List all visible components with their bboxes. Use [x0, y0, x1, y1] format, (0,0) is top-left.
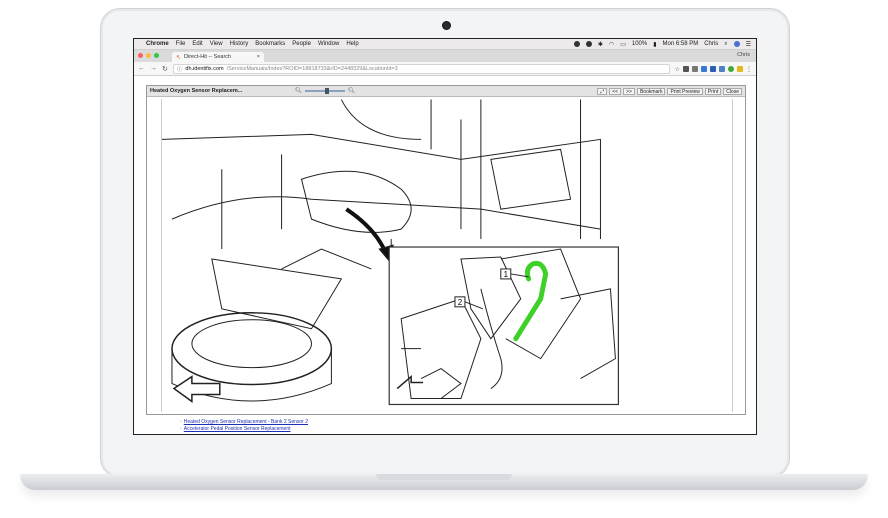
window-controls: [138, 53, 159, 58]
bluetooth-icon[interactable]: ✱: [598, 41, 603, 48]
close-window-icon[interactable]: [138, 53, 143, 58]
battery-icon[interactable]: ▮: [653, 41, 656, 48]
detail-inset: 1 2: [388, 246, 619, 406]
menu-window[interactable]: Window: [318, 41, 339, 47]
extension-blue-icon[interactable]: [701, 65, 707, 72]
menu-history[interactable]: History: [230, 41, 249, 47]
minimize-window-icon[interactable]: [146, 53, 151, 58]
notification-icon[interactable]: ☰: [746, 41, 751, 48]
tab-strip: ↖ Direct-Hit -- Search × Chris: [134, 50, 756, 62]
bullet-icon: ▫: [180, 426, 182, 432]
link-item: ▫ Heated Oxygen Sensor Replacement - Bank…: [180, 419, 308, 426]
battery-percent[interactable]: 100%: [632, 41, 647, 47]
spotlight-icon[interactable]: ⌕: [724, 41, 727, 48]
extension-green-icon[interactable]: [728, 65, 734, 72]
menu-people[interactable]: People: [292, 41, 311, 47]
prev-page-button[interactable]: <<: [609, 87, 622, 95]
print-button[interactable]: Print: [704, 87, 722, 95]
menu-bookmarks[interactable]: Bookmarks: [255, 41, 285, 47]
viewer-toolbar: Heated Oxygen Sensor Replacem... 🔍︎ 🔍︎ ⤢…: [147, 86, 745, 97]
extension-yellow-icon[interactable]: [737, 65, 743, 72]
bullet-icon: ▫: [180, 419, 182, 425]
clock[interactable]: Mon 6:58 PM: [663, 41, 699, 47]
url-path: /ServiceManuals/Index?ROID=18818733&rID=…: [226, 65, 398, 72]
address-bar[interactable]: ⓘ dh.identifix.com/ServiceManuals/Index?…: [172, 63, 670, 74]
menu-file[interactable]: File: [176, 41, 186, 47]
menu-view[interactable]: View: [210, 41, 223, 47]
menu-app-name[interactable]: Chrome: [146, 41, 169, 47]
tab-direct-hit[interactable]: ↖ Direct-Hit -- Search ×: [172, 52, 264, 62]
wifi-icon[interactable]: ◠: [609, 41, 614, 48]
status-icon[interactable]: [585, 41, 592, 47]
callout-2-label: 2: [458, 298, 463, 307]
mac-menubar: Chrome File Edit View History Bookmarks …: [134, 39, 756, 50]
browser-toolbar: ← → ↻ ⓘ dh.identifix.com/ServiceManuals/…: [134, 62, 756, 76]
maximize-window-icon[interactable]: [154, 53, 159, 58]
service-diagram: 1 2: [161, 99, 733, 412]
zoom-out-icon[interactable]: 🔍︎: [295, 88, 302, 94]
link-ho2s-bank2[interactable]: Heated Oxygen Sensor Replacement - Bank …: [184, 419, 308, 425]
shield-icon[interactable]: [692, 65, 698, 72]
print-preview-button[interactable]: Print Preview: [667, 87, 703, 95]
zoom-slider[interactable]: [304, 88, 345, 94]
profile-name[interactable]: Chris: [737, 52, 750, 58]
expand-icon[interactable]: ⤢: [597, 87, 608, 95]
zoom-in-icon[interactable]: 🔍︎: [348, 88, 355, 94]
url-host: dh.identifix.com: [185, 65, 224, 72]
laptop-notch: [376, 474, 512, 480]
related-links: ▫ Heated Oxygen Sensor Replacement - Bank…: [180, 419, 308, 433]
menu-edit[interactable]: Edit: [192, 41, 202, 47]
tab-title: Direct-Hit -- Search: [184, 54, 232, 60]
document-viewer: Heated Oxygen Sensor Replacem... 🔍︎ 🔍︎ ⤢…: [146, 85, 746, 415]
screen: Chrome File Edit View History Bookmarks …: [133, 38, 757, 435]
extension-stack-icon[interactable]: [710, 65, 716, 72]
back-icon[interactable]: ←: [138, 65, 145, 72]
menubar-status: ✱ ◠ ▭ 100% ▮ Mon 6:58 PM Chris ⌕ ☰: [573, 41, 751, 48]
dropbox-icon[interactable]: [573, 41, 580, 47]
extension-icon[interactable]: [683, 65, 689, 72]
next-page-button[interactable]: >>: [623, 87, 635, 95]
identifix-favicon-icon: ↖: [176, 54, 182, 61]
close-button[interactable]: Close: [723, 87, 742, 95]
extensions: ☆ ⋮: [675, 65, 752, 73]
user-name[interactable]: Chris: [704, 41, 718, 47]
camera-icon: [442, 21, 451, 30]
info-icon[interactable]: ⓘ: [177, 65, 183, 73]
tab-close-icon[interactable]: ×: [257, 54, 260, 60]
zoom-knob[interactable]: [324, 88, 329, 94]
viewer-buttons: ⤢ << >> Bookmark Print Preview Print Clo…: [597, 87, 742, 95]
menu-kebab-icon[interactable]: ⋮: [746, 66, 752, 73]
menu-help[interactable]: Help: [346, 41, 358, 47]
bookmark-star-icon[interactable]: ☆: [675, 66, 680, 73]
callout-1-label: 1: [504, 270, 509, 279]
zoom-control: 🔍︎ 🔍︎: [295, 88, 355, 94]
diagram-illustration: 1 2: [161, 99, 619, 406]
forward-icon[interactable]: →: [150, 65, 157, 72]
link-item: ▫ Accelerator Pedal Position Sensor Repla…: [180, 426, 308, 433]
extension-cube-icon[interactable]: [719, 65, 725, 72]
siri-icon[interactable]: [733, 41, 740, 47]
link-app-sensor[interactable]: Accelerator Pedal Position Sensor Replac…: [184, 426, 291, 432]
viewer-title: Heated Oxygen Sensor Replacem...: [150, 88, 243, 94]
reload-icon[interactable]: ↻: [162, 65, 168, 73]
airplay-icon[interactable]: ▭: [620, 41, 626, 48]
bookmark-button[interactable]: Bookmark: [636, 87, 666, 95]
